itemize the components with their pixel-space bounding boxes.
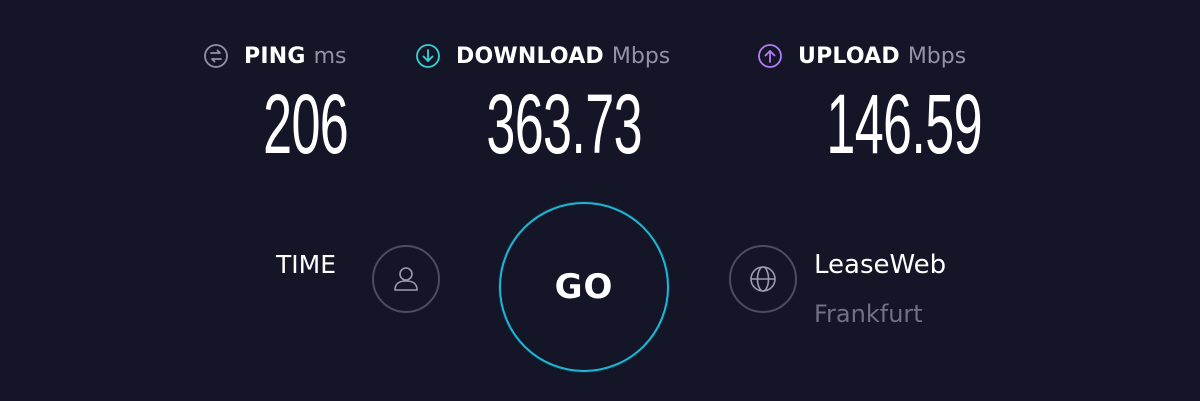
user-button[interactable]	[372, 245, 440, 313]
download-label: DOWNLOAD	[456, 43, 604, 69]
ping-value: 206	[262, 77, 349, 171]
server-location: Frankfurt	[814, 300, 923, 328]
upload-unit: Mbps	[907, 43, 967, 69]
download-arrow-icon	[414, 42, 442, 70]
upload-label: UPLOAD	[798, 43, 900, 69]
user-icon	[389, 262, 423, 296]
change-server-button[interactable]	[729, 245, 797, 313]
ping-metric: PING ms 206	[202, 40, 354, 166]
download-header: DOWNLOAD Mbps	[414, 40, 694, 72]
ping-header: PING ms	[202, 40, 354, 72]
upload-arrow-icon	[756, 42, 784, 70]
upload-header: UPLOAD Mbps	[756, 40, 984, 72]
server-name[interactable]: LeaseWeb	[814, 250, 946, 280]
download-value: 363.73	[486, 77, 642, 171]
ping-icon	[202, 42, 230, 70]
go-label: GO	[554, 267, 614, 307]
time-label: TIME	[276, 250, 337, 279]
upload-metric: UPLOAD Mbps 146.59	[756, 40, 984, 166]
go-button[interactable]: GO	[499, 202, 669, 372]
upload-value: 146.59	[826, 77, 982, 171]
ping-unit: ms	[313, 43, 347, 69]
download-unit: Mbps	[611, 43, 671, 69]
download-metric: DOWNLOAD Mbps 363.73	[414, 40, 694, 166]
ping-label: PING	[244, 43, 306, 69]
globe-icon	[747, 263, 779, 295]
